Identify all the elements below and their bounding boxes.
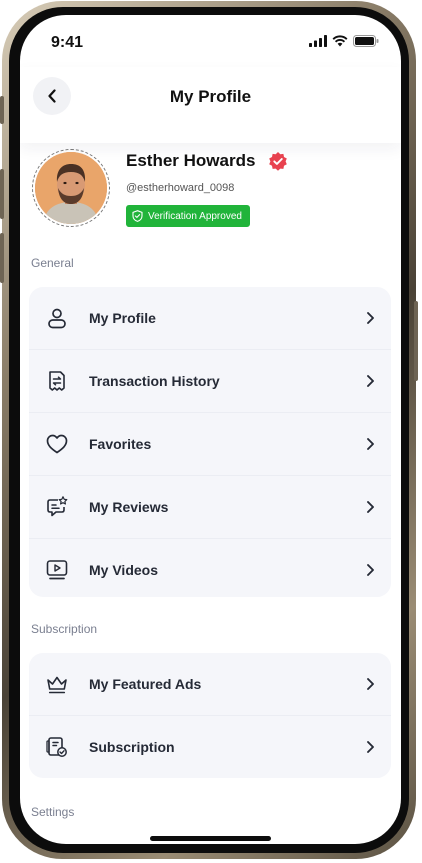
volume-down-button: [0, 233, 4, 283]
avatar-photo: [35, 152, 107, 224]
user-icon: [48, 308, 66, 329]
section-label-settings: Settings: [31, 805, 75, 819]
chevron-right-icon: [367, 564, 374, 576]
menu-item-label: My Videos: [89, 562, 158, 578]
subscription-icon: [46, 737, 67, 757]
verification-status-text: Verification Approved: [148, 210, 242, 222]
power-button: [414, 301, 418, 381]
header-bar: My Profile: [20, 67, 401, 143]
menu-item-label: Subscription: [89, 739, 175, 755]
volume-up-button: [0, 169, 4, 219]
chevron-right-icon: [367, 678, 374, 690]
profile-summary: Esther Howards @estherhoward_0098 Verifi…: [32, 149, 392, 235]
shield-check-icon: [132, 210, 143, 222]
home-indicator[interactable]: [150, 836, 271, 841]
verification-status-badge: Verification Approved: [126, 205, 250, 227]
review-icon: [47, 496, 68, 517]
page-title: My Profile: [169, 87, 252, 106]
chevron-right-icon: [367, 312, 374, 324]
chevron-right-icon: [367, 438, 374, 450]
subscription-menu-card: My Featured Ads Subscription: [29, 653, 391, 778]
menu-item-my-featured-ads[interactable]: My Featured Ads: [29, 653, 391, 715]
signal-icon: [309, 35, 327, 47]
section-label-general: General: [31, 256, 74, 270]
menu-item-favorites[interactable]: Favorites: [29, 412, 391, 475]
verified-badge-icon: [269, 152, 287, 171]
screen: 9:41 My Profile Esther Howards @estherho…: [20, 15, 401, 844]
video-icon: [46, 560, 68, 580]
menu-item-my-profile[interactable]: My Profile: [29, 287, 391, 349]
silent-switch: [0, 96, 4, 124]
chevron-right-icon: [367, 741, 374, 753]
status-time: 9:41: [51, 34, 84, 51]
status-bar: 9:41: [20, 15, 401, 67]
battery-icon: [353, 35, 379, 47]
section-label-subscription: Subscription: [31, 622, 98, 636]
crown-icon: [47, 676, 67, 694]
menu-item-label: My Profile: [89, 310, 156, 326]
menu-item-label: Transaction History: [89, 373, 220, 389]
menu-item-my-reviews[interactable]: My Reviews: [29, 475, 391, 538]
avatar[interactable]: [32, 149, 110, 227]
chevron-right-icon: [367, 375, 374, 387]
receipt-icon: [49, 371, 65, 391]
profile-name: Esther Howards: [126, 151, 256, 170]
wifi-icon: [332, 35, 348, 47]
menu-item-subscription[interactable]: Subscription: [29, 715, 391, 778]
menu-item-label: Favorites: [89, 436, 152, 452]
heart-icon: [46, 434, 68, 454]
menu-item-label: My Featured Ads: [89, 676, 202, 692]
system-icons: [309, 35, 379, 47]
general-menu-card: My Profile Transaction History Favorites: [29, 287, 391, 597]
menu-item-transaction-history[interactable]: Transaction History: [29, 349, 391, 412]
profile-handle: @estherhoward_0098: [126, 182, 235, 194]
menu-item-label: My Reviews: [89, 499, 169, 515]
menu-item-my-videos[interactable]: My Videos: [29, 538, 391, 597]
chevron-right-icon: [367, 501, 374, 513]
